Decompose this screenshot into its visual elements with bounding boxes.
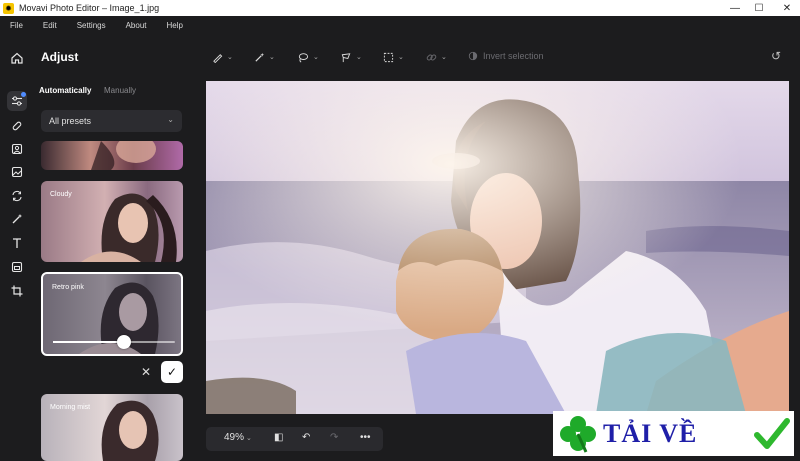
notification-dot — [21, 92, 26, 97]
intensity-slider-fill — [53, 341, 124, 343]
intensity-slider-track[interactable] — [53, 341, 175, 343]
reset-icon[interactable]: ↺ — [771, 49, 781, 63]
preset-thumbnail — [91, 141, 156, 170]
watermark-text: TẢI VỀ — [603, 419, 698, 448]
preset-card-retro-pink[interactable]: Retro pink — [41, 272, 183, 356]
effects-icon[interactable] — [7, 209, 27, 229]
menu-settings[interactable]: Settings — [67, 21, 116, 30]
app-logo-icon: ✹ — [3, 2, 14, 14]
chevron-down-icon[interactable]: ⌄ — [246, 434, 252, 442]
apply-button[interactable]: ✓ — [161, 361, 183, 383]
crop-frame-icon[interactable] — [7, 257, 27, 277]
preset-label: Cloudy — [50, 191, 72, 198]
intensity-slider-thumb[interactable] — [116, 335, 131, 349]
clover-icon — [560, 416, 596, 453]
lasso-tool[interactable]: ⌄ — [297, 49, 319, 65]
background-icon[interactable] — [7, 162, 27, 182]
menu-about[interactable]: About — [116, 21, 157, 30]
redo-icon[interactable]: ↷ — [330, 432, 338, 443]
zoom-bar: 49% ⌄ ◧ ↶ ↷ ••• — [206, 427, 383, 451]
portrait-icon[interactable] — [7, 139, 27, 159]
polygon-lasso-icon — [341, 52, 351, 62]
rect-select-tool[interactable]: ⌄ — [383, 49, 404, 65]
polygon-lasso-tool[interactable]: ⌄ — [340, 49, 362, 65]
photo-image — [206, 81, 789, 414]
preset-card[interactable] — [41, 141, 183, 170]
tab-automatically[interactable]: Automatically — [39, 86, 91, 95]
invert-icon — [468, 51, 478, 61]
preset-card-cloudy[interactable]: Cloudy — [41, 181, 183, 262]
retouch-icon[interactable] — [7, 116, 27, 136]
brush-icon — [213, 53, 223, 63]
home-icon[interactable] — [7, 48, 27, 68]
menu-help[interactable]: Help — [157, 21, 193, 30]
undo-icon[interactable]: ↶ — [302, 432, 310, 443]
adjust-icon[interactable] — [7, 91, 27, 111]
preset-card-morning-mist[interactable]: Morning mist — [41, 394, 183, 461]
menu-file[interactable]: File — [0, 21, 33, 30]
text-icon[interactable] — [7, 233, 27, 253]
preset-label: Morning mist — [50, 404, 91, 411]
photo-canvas[interactable] — [206, 81, 789, 414]
preset-label: Retro pink — [52, 284, 84, 291]
rect-select-icon — [383, 52, 394, 62]
crop-icon[interactable] — [7, 281, 27, 301]
lasso-icon — [298, 52, 309, 62]
link-icon — [426, 54, 437, 60]
tab-manually[interactable]: Manually — [104, 86, 136, 95]
brush-tool[interactable]: ⌄ — [212, 49, 233, 65]
menu-edit[interactable]: Edit — [33, 21, 67, 30]
invert-selection-label: Invert selection — [483, 51, 544, 61]
preset-dropdown-value: All presets — [49, 116, 92, 126]
compare-icon[interactable]: ◧ — [274, 432, 283, 443]
chevron-down-icon: ⌄ — [167, 115, 174, 124]
zoom-level[interactable]: 49% — [224, 432, 244, 443]
maximize-button[interactable]: ☐ — [744, 0, 774, 16]
window-title: Movavi Photo Editor – Image_1.jpg — [19, 3, 160, 13]
close-button[interactable]: ✕ — [772, 0, 800, 16]
magic-wand-tool[interactable]: ⌄ — [254, 49, 275, 65]
title-bar: ✹ Movavi Photo Editor – Image_1.jpg — ☐ … — [0, 0, 800, 16]
link-tool[interactable]: ⌄ — [426, 49, 447, 65]
replace-icon[interactable] — [7, 186, 27, 206]
cancel-button[interactable]: ✕ — [135, 361, 157, 383]
more-icon[interactable]: ••• — [360, 432, 371, 443]
checkmark-icon — [754, 418, 790, 449]
tool-rail — [0, 34, 34, 461]
selection-toolbar: ⌄ ⌄ ⌄ ⌄ ⌄ ⌄ Invert selection ↺ — [200, 40, 800, 74]
magic-wand-icon — [255, 52, 265, 62]
invert-selection-button[interactable]: Invert selection — [468, 51, 544, 61]
panel-title: Adjust — [41, 50, 79, 64]
watermark-banner: TẢI VỀ — [553, 411, 794, 456]
preset-dropdown[interactable]: All presets ⌄ — [41, 110, 182, 132]
menu-bar: File Edit Settings About Help — [0, 16, 800, 34]
